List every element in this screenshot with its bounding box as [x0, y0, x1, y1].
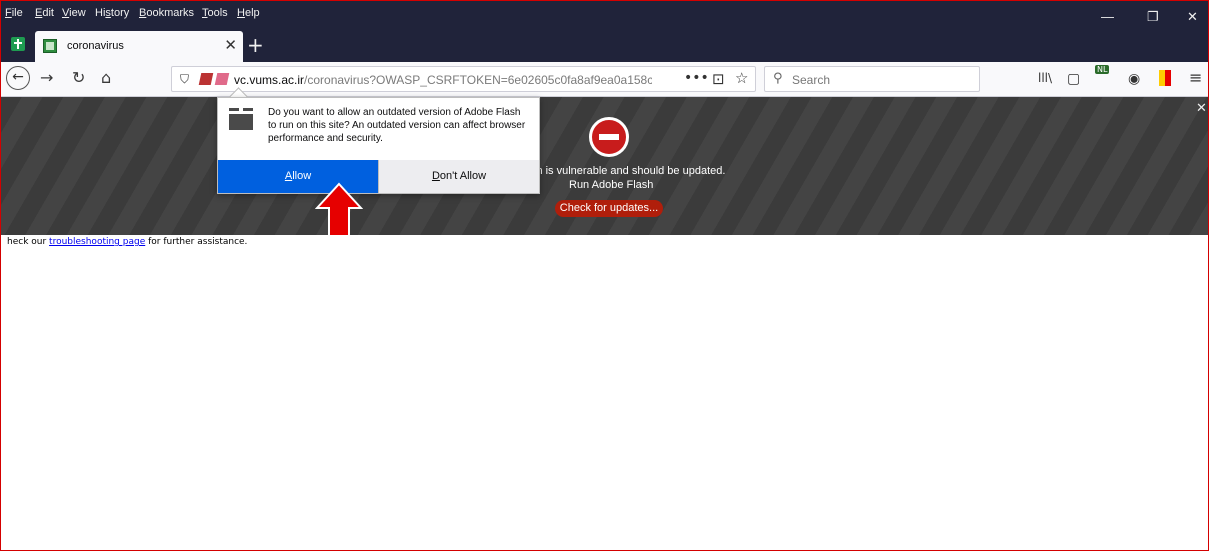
restore-icon[interactable]: ❐	[1147, 9, 1159, 25]
search-input[interactable]: ⚲ Search	[764, 66, 980, 92]
sidebar-icon[interactable]: ▢	[1067, 71, 1080, 87]
page-actions-icon[interactable]: •••	[684, 70, 709, 86]
plugin-blocked-icon[interactable]	[198, 73, 214, 85]
check-for-updates-button[interactable]: Check for updates...	[555, 200, 663, 217]
hamburger-menu-icon[interactable]: ≡	[1189, 68, 1202, 87]
forward-button[interactable]: →	[40, 68, 53, 87]
tab-coronavirus[interactable]: coronavirus ✕	[35, 31, 243, 62]
banner-close-icon[interactable]: ✕	[1196, 101, 1207, 116]
banner-run-flash-text[interactable]: Run Adobe Flash	[569, 179, 653, 191]
menu-bookmarks[interactable]: Bookmarks	[139, 7, 194, 19]
menu-bar: File Edit View History Bookmarks Tools H…	[1, 1, 1208, 31]
menu-file[interactable]: File	[5, 7, 23, 19]
search-placeholder: Search	[792, 73, 831, 87]
tab-close-icon[interactable]: ✕	[224, 36, 237, 54]
bookmark-star-icon[interactable]: ☆	[735, 69, 748, 87]
plugin-warning-icon[interactable]	[214, 73, 230, 85]
popup-message: Do you want to allow an outdated version…	[268, 107, 526, 144]
account-icon[interactable]: ◉	[1128, 71, 1140, 87]
library-icon[interactable]: lll\	[1038, 71, 1052, 85]
reload-button[interactable]: ↻	[72, 68, 85, 87]
annotation-arrow-icon	[315, 182, 363, 237]
pocket-icon[interactable]: ⊡	[712, 70, 725, 88]
tab-title: coronavirus	[67, 40, 124, 52]
menu-tools[interactable]: Tools	[202, 7, 228, 19]
troubleshooting-link[interactable]: troubleshooting page	[49, 237, 145, 247]
search-icon: ⚲	[773, 71, 783, 86]
menu-history[interactable]: History	[95, 7, 129, 19]
flag-extension-icon[interactable]	[1159, 70, 1171, 86]
back-arrow-icon: ←	[12, 69, 24, 85]
menu-help[interactable]: Help	[237, 7, 260, 19]
help-text: heck our troubleshooting page for furthe…	[7, 237, 248, 247]
dont-allow-button[interactable]: Don't Allow	[378, 160, 539, 193]
blocked-plugin-icon	[589, 117, 629, 157]
pinned-tab-icon[interactable]	[11, 37, 25, 51]
browser-window: File Edit View History Bookmarks Tools H…	[0, 0, 1209, 551]
minimize-icon[interactable]: —	[1101, 9, 1114, 24]
tracking-shield-icon[interactable]: ⛉	[180, 72, 189, 87]
url-bar[interactable]: ⛉ vc.vums.ac.ir/coronavirus?OWASP_CSRFTO…	[171, 66, 756, 92]
plugin-icon	[229, 108, 253, 130]
back-button[interactable]: ←	[6, 66, 30, 90]
new-tab-button[interactable]: +	[247, 33, 264, 57]
site-favicon-icon	[43, 39, 57, 53]
close-window-icon[interactable]: ✕	[1187, 9, 1198, 25]
flash-permission-popup: Do you want to allow an outdated version…	[217, 97, 540, 194]
menu-edit[interactable]: Edit	[35, 7, 54, 19]
url-text[interactable]: vc.vums.ac.ir/coronavirus?OWASP_CSRFTOKE…	[234, 73, 652, 87]
home-button[interactable]: ⌂	[101, 68, 111, 87]
extension-nl-icon[interactable]: NL	[1095, 65, 1110, 74]
banner-message: in is vulnerable and should be updated.	[534, 165, 726, 177]
menu-view[interactable]: View	[62, 7, 86, 19]
